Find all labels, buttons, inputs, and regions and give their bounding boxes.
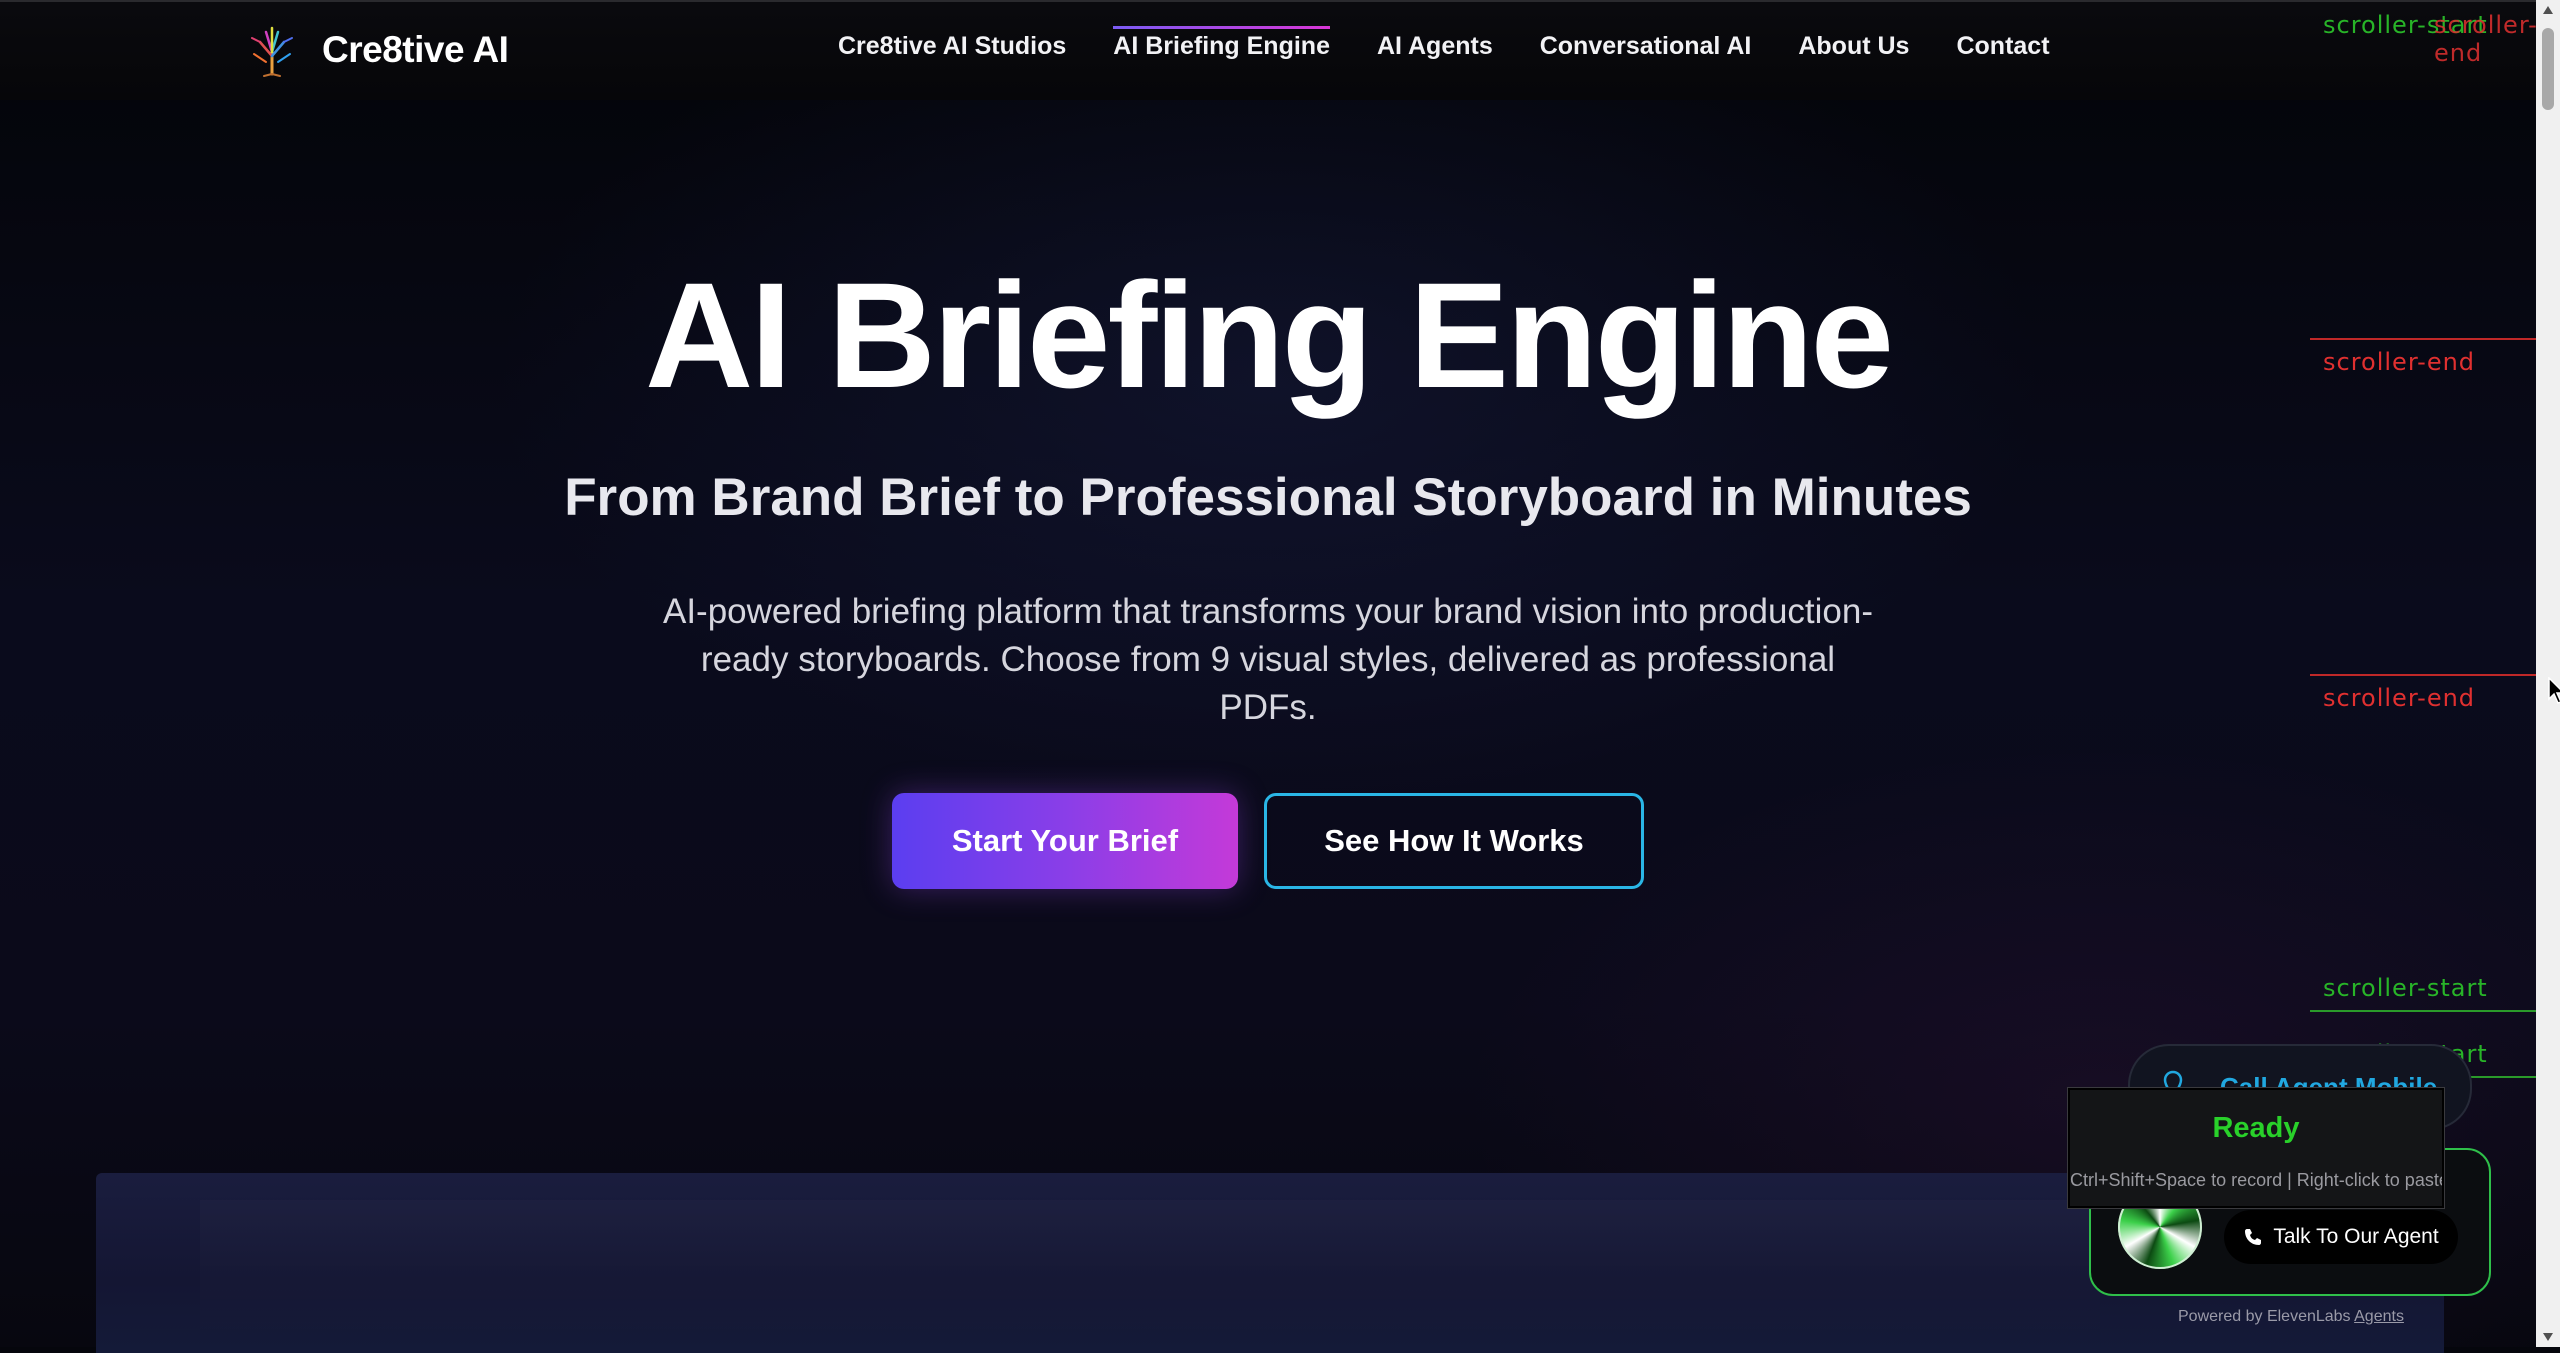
- brand-logo[interactable]: Cre8tive AI: [244, 22, 509, 78]
- scroll-down-arrow-icon[interactable]: [2543, 1333, 2553, 1341]
- nav-item-agents[interactable]: AI Agents: [1377, 32, 1493, 61]
- recorder-status: Ready: [2212, 1112, 2300, 1144]
- hero-description: AI-powered briefing platform that transf…: [662, 592, 1874, 727]
- start-brief-button[interactable]: Start Your Brief: [892, 793, 1238, 889]
- scroller-end-line: [2310, 674, 2536, 676]
- scroller-end-marker: scroller-end: [2323, 348, 2476, 376]
- brand-name: Cre8tive AI: [322, 29, 509, 70]
- feature-preview-inner: [200, 1200, 2100, 1347]
- phone-icon: [2245, 1229, 2262, 1245]
- talk-to-agent-button[interactable]: Talk To Our Agent: [2224, 1210, 2458, 1264]
- site-header: Cre8tive AI Cre8tive AI Studios AI Brief…: [0, 0, 2536, 100]
- tree-logo-icon: [251, 26, 293, 77]
- hero-title: AI Briefing Engine: [644, 251, 1894, 419]
- scroller-start-line: [2310, 1010, 2536, 1012]
- main-nav: Cre8tive AI Studios AI Briefing Engine A…: [838, 26, 2050, 61]
- elevenlabs-agents-link[interactable]: Agents: [2354, 1308, 2404, 1325]
- voice-recorder-popup: Ready Ctrl+Shift+Space to record | Right…: [2068, 1088, 2444, 1208]
- scroller-end-line: [2310, 338, 2536, 340]
- page-scrollbar[interactable]: [2536, 0, 2560, 1347]
- scroller-start-marker: scroller-start: [2323, 974, 2488, 1002]
- hero-cta-row: Start Your Brief See How It Works: [892, 793, 1644, 889]
- nav-item-briefing-engine[interactable]: AI Briefing Engine: [1113, 26, 1330, 61]
- mouse-cursor-icon: [2548, 677, 2560, 704]
- see-how-it-works-button[interactable]: See How It Works: [1264, 793, 1644, 889]
- scroll-thumb[interactable]: [2542, 28, 2554, 110]
- talk-to-agent-label: Talk To Our Agent: [2273, 1225, 2439, 1248]
- hero-subtitle: From Brand Brief to Professional Storybo…: [564, 468, 1972, 527]
- powered-by-text: Powered by ElevenLabs: [2178, 1308, 2351, 1325]
- recorder-hint: Ctrl+Shift+Space to record | Right-click…: [2070, 1170, 2442, 1190]
- scroll-up-arrow-icon[interactable]: [2543, 6, 2553, 14]
- scroller-end-marker: scroller-end: [2323, 684, 2476, 712]
- nav-item-about-us[interactable]: About Us: [1798, 32, 1909, 61]
- nav-item-contact[interactable]: Contact: [1956, 32, 2049, 61]
- nav-item-conversational-ai[interactable]: Conversational AI: [1540, 32, 1752, 61]
- nav-item-studios[interactable]: Cre8tive AI Studios: [838, 32, 1066, 61]
- powered-by-footer: Powered by ElevenLabs Agents: [2178, 1308, 2404, 1326]
